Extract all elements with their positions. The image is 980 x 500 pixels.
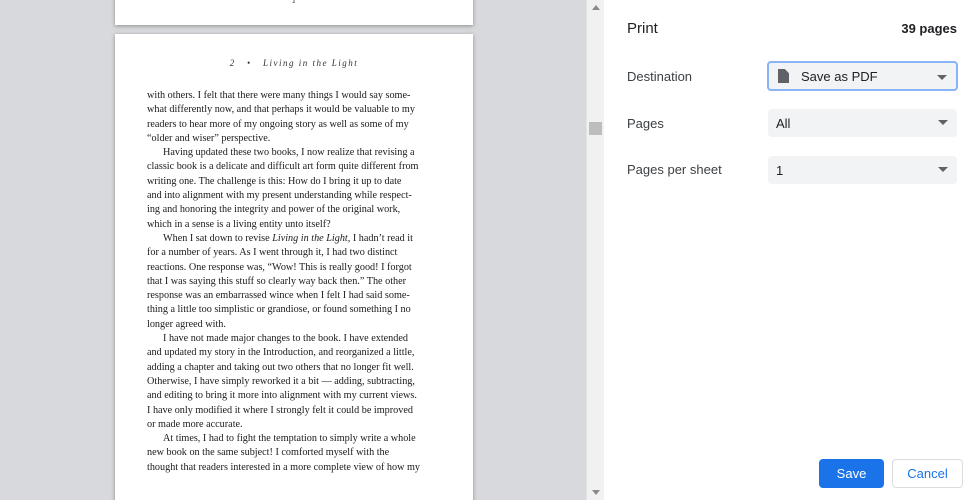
page-text-line: When I sat down to revise Living in the … <box>163 232 413 244</box>
chevron-down-icon <box>938 167 948 172</box>
page-text-line: “older and wiser” perspective. <box>147 132 271 144</box>
page-text-line: writing one. The challenge is this: How … <box>147 175 402 187</box>
destination-value: Save as PDF <box>801 68 878 84</box>
page-text-line: readers to hear more of my ongoing story… <box>147 118 409 130</box>
scrollbar-thumb[interactable] <box>589 122 602 135</box>
page-text-line: and updated my story in the Introduction… <box>147 347 415 359</box>
page-text-line: adding a chapter and taking out two othe… <box>147 361 414 373</box>
page-text-line: with others. I felt that there were many… <box>147 90 411 101</box>
page-text-line: reactions. One response was, “Wow! This … <box>147 261 412 273</box>
pages-value: All <box>776 115 791 131</box>
page-text-line: new book on the same subject! I comforte… <box>147 447 390 459</box>
running-head: 2 • Living in the Light <box>229 58 359 68</box>
chevron-down-icon <box>938 120 948 125</box>
pages-per-sheet-select[interactable]: 1 <box>768 156 957 184</box>
page-text-line: longer agreed with. <box>147 318 226 330</box>
page-text-line: that I was saying this stuff so clearly … <box>147 275 407 287</box>
destination-select[interactable]: Save as PDF <box>767 61 958 91</box>
page-text-line: I have not made major changes to the boo… <box>163 333 408 345</box>
page-body-text: with others. I felt that there were many… <box>147 89 433 475</box>
pages-per-sheet-value: 1 <box>776 162 784 178</box>
page-text-line: ing and honoring the integrity and power… <box>147 204 401 216</box>
print-title: Print <box>627 20 658 37</box>
print-settings-panel: Print 39 pages Destination Save as PDF P… <box>604 0 980 500</box>
page-text-line: I have only modified it where I strongly… <box>147 404 413 416</box>
pages-per-sheet-label: Pages per sheet <box>627 162 722 177</box>
save-button[interactable]: Save <box>819 459 884 488</box>
page-text-line: At times, I had to fight the temptation … <box>163 433 416 445</box>
document-icon <box>778 69 789 83</box>
page-count: 39 pages <box>901 21 957 36</box>
page-text-line: response was an embarrassed wince when I… <box>147 290 410 302</box>
page-text-line: and editing to bring it more into alignm… <box>147 390 417 402</box>
page-text-line: which in a sense is a living entity unto… <box>147 218 331 230</box>
preview-page-current: 2 • Living in the Light with others. I f… <box>115 34 473 500</box>
scroll-down-arrow-icon[interactable] <box>592 490 600 495</box>
page-text-line: or made more accurate. <box>147 418 243 430</box>
page-text-line: and into alignment with my present under… <box>147 190 412 202</box>
scroll-up-arrow-icon[interactable] <box>592 5 600 10</box>
cancel-button[interactable]: Cancel <box>892 459 963 488</box>
pages-select[interactable]: All <box>768 109 957 137</box>
page-text-line: what differently now, and that perhaps i… <box>147 104 415 116</box>
destination-label: Destination <box>627 69 693 84</box>
page-text-line: thought that readers interested in a mor… <box>147 461 420 473</box>
page-text-line: Otherwise, I have simply reworked it a b… <box>147 375 415 387</box>
page-text-line: Having updated these two books, I now re… <box>163 147 415 159</box>
print-preview-area: 1 2 • Living in the Light with others. I… <box>0 0 586 500</box>
page-folio: 1 <box>291 0 297 5</box>
preview-page-previous: 1 <box>115 0 473 25</box>
page-text-line: classic book is a delicate and difficult… <box>147 161 419 173</box>
chevron-down-icon <box>937 75 947 80</box>
page-text-line: for a number of years. As I went through… <box>147 247 398 259</box>
page-text-line: thing a little too simplistic or grandio… <box>147 304 411 316</box>
pages-label: Pages <box>627 116 664 131</box>
preview-scrollbar[interactable] <box>586 0 604 500</box>
